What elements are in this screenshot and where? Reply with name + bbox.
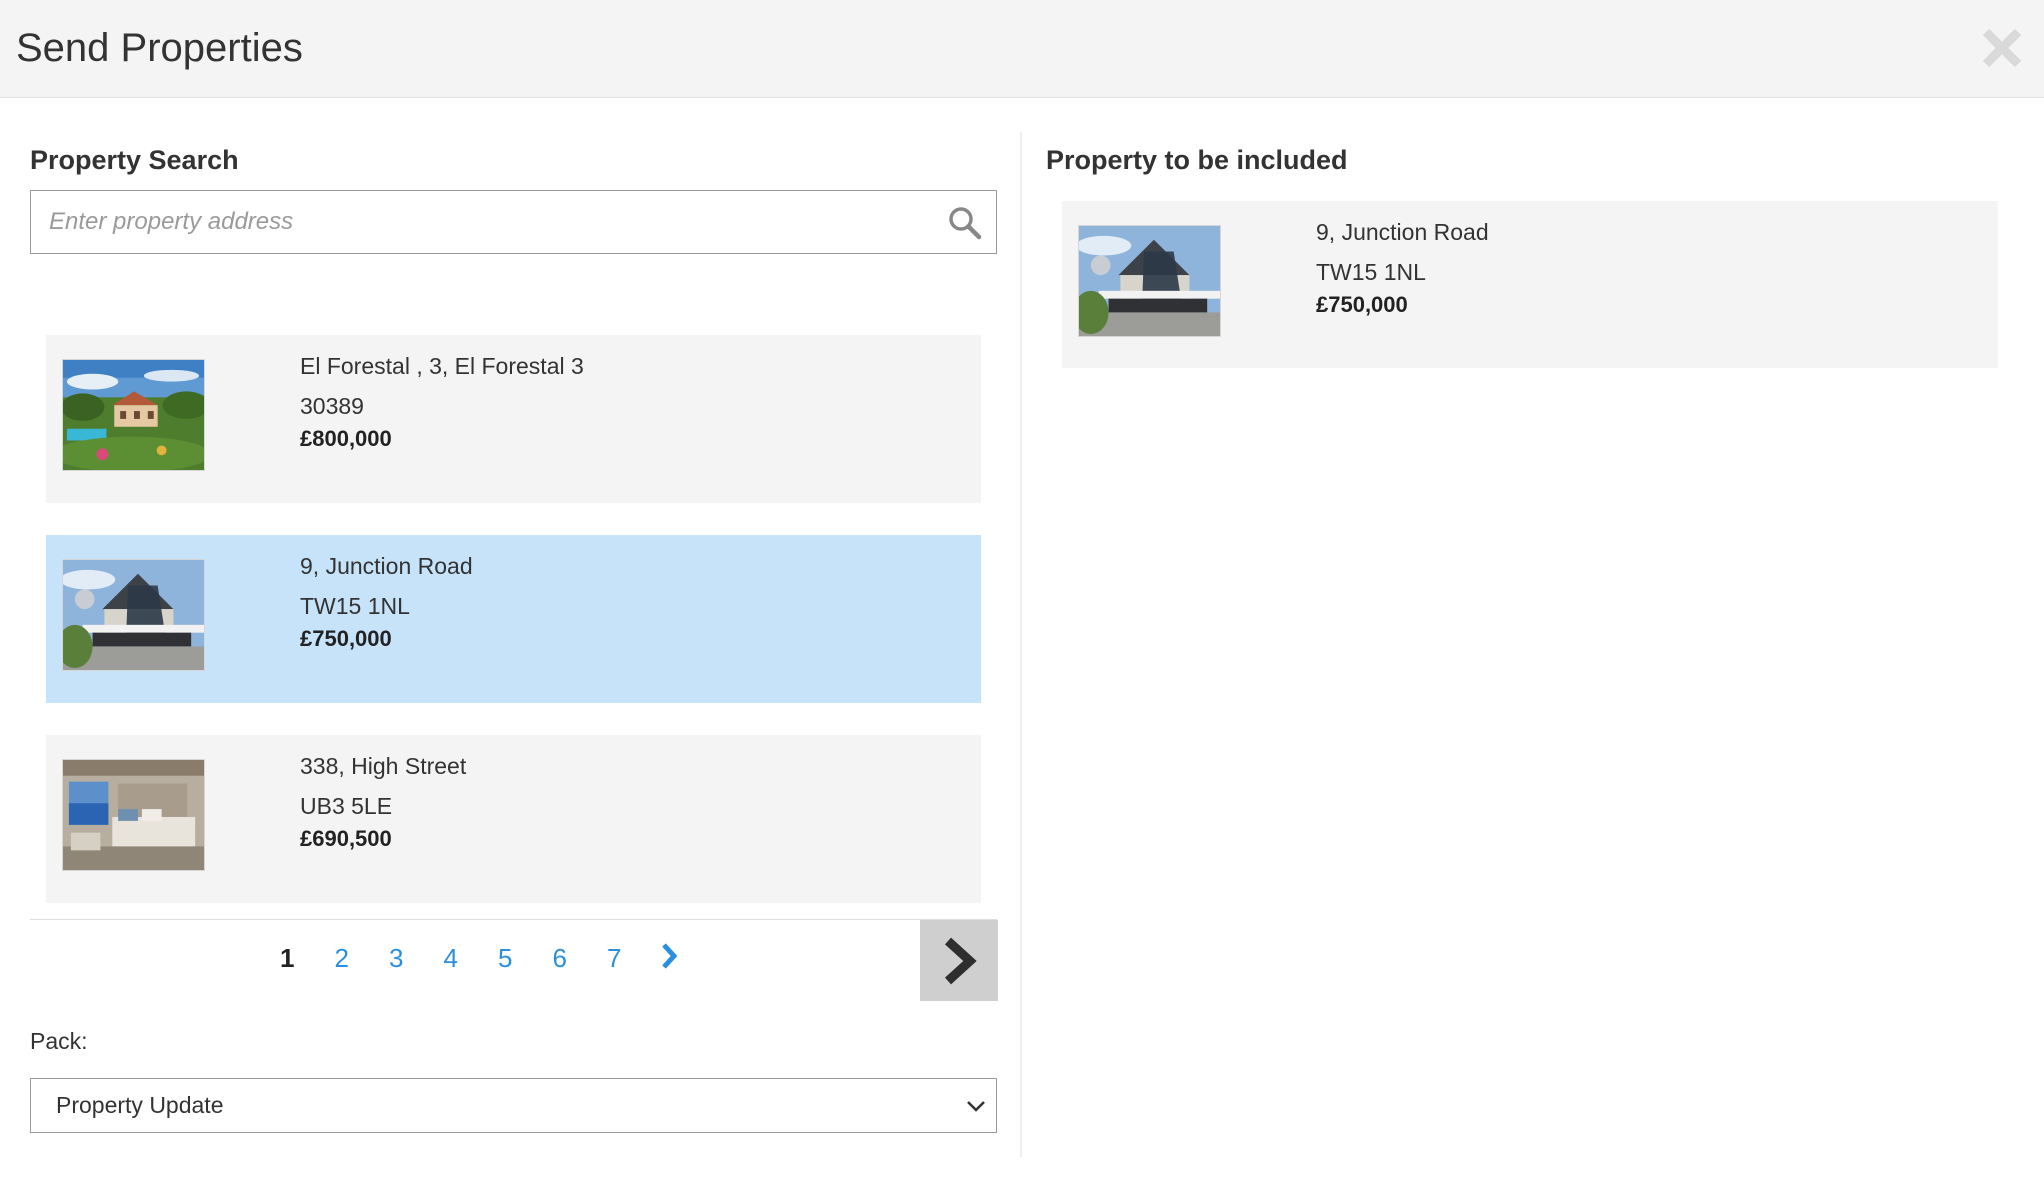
property-result-card-selected[interactable]: 9, Junction Road TW15 1NL £750,000 (46, 535, 981, 703)
modal-header: Send Properties (0, 0, 2044, 98)
result-price: £750,000 (300, 626, 392, 651)
chevron-right-icon (944, 937, 977, 985)
close-button[interactable] (1976, 22, 2028, 74)
result-address: 9, Junction Road (300, 553, 473, 579)
result-postcode: UB3 5LE (300, 793, 393, 819)
property-result-card[interactable]: El Forestal , 3, El Forestal 3 30389 £80… (46, 335, 981, 503)
column-divider (1020, 132, 1022, 1157)
modern-house-photo (1078, 225, 1221, 337)
property-search-title: Property Search (30, 145, 239, 175)
pack-select[interactable]: Property Update (30, 1078, 997, 1133)
result-postcode: 30389 (300, 393, 364, 419)
included-properties-panel: Property to be included 9, Junction Road… (1046, 130, 1998, 368)
next-page-link[interactable] (642, 943, 696, 973)
pack-label: Pack: (30, 1028, 88, 1054)
result-price: £800,000 (300, 426, 392, 451)
page-1-current: 1 (280, 942, 295, 973)
search-results-list: El Forestal , 3, El Forestal 3 30389 £80… (46, 335, 981, 935)
modal-title: Send Properties (16, 26, 303, 70)
villa-with-pool-photo (62, 359, 205, 471)
result-price: £690,500 (300, 826, 392, 851)
modern-house-photo (62, 559, 205, 671)
included-price: £750,000 (1316, 292, 1408, 317)
result-postcode: TW15 1NL (300, 593, 410, 619)
property-address-input[interactable] (49, 191, 929, 253)
result-address: 338, High Street (300, 753, 467, 779)
pack-selected-value: Property Update (56, 1092, 224, 1118)
result-address: El Forestal , 3, El Forestal 3 (300, 353, 584, 379)
included-title: Property to be included (1046, 145, 1348, 175)
page-5-link[interactable]: 5 (478, 943, 533, 974)
close-icon (1982, 28, 2022, 68)
included-postcode: TW15 1NL (1316, 259, 1426, 285)
property-search-panel: Property Search Enter property address E… (30, 130, 998, 1133)
page-2-link[interactable]: 2 (315, 943, 370, 974)
search-icon[interactable] (948, 206, 982, 240)
page-4-link[interactable]: 4 (424, 943, 479, 974)
search-box (30, 190, 997, 254)
included-address: 9, Junction Road (1316, 219, 1489, 245)
page-7-link[interactable]: 7 (587, 943, 642, 974)
next-page-button[interactable] (920, 920, 998, 1001)
included-property-card[interactable]: 9, Junction Road TW15 1NL £750,000 (1062, 201, 1998, 368)
chevron-right-icon (661, 943, 677, 969)
page-6-link[interactable]: 6 (533, 943, 588, 974)
chevron-down-icon (967, 1101, 985, 1112)
page-3-link[interactable]: 3 (369, 943, 424, 974)
pagination: 1 2 3 4 5 6 7 (30, 919, 998, 1001)
page-links: 1 2 3 4 5 6 7 (260, 938, 696, 978)
property-result-card[interactable]: 338, High Street UB3 5LE £690,500 (46, 735, 981, 903)
bedroom-sea-view-photo (62, 759, 205, 871)
